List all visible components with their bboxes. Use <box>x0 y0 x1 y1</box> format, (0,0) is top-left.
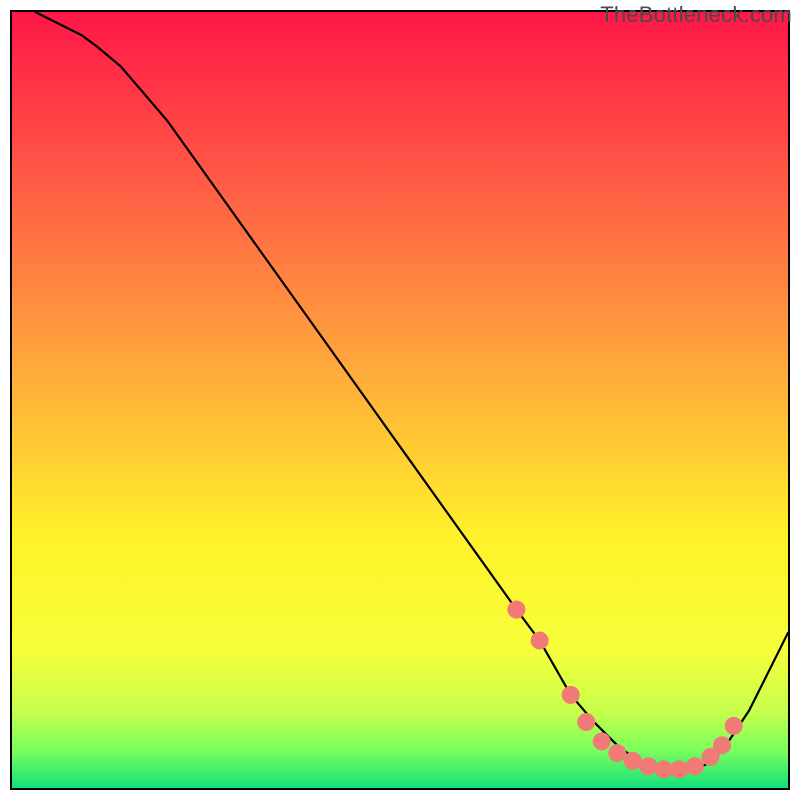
marker-dot <box>562 686 580 704</box>
marker-dot <box>507 601 525 619</box>
marker-dot <box>624 752 642 770</box>
chart-svg <box>12 12 788 788</box>
marker-dot <box>608 744 626 762</box>
marker-dot <box>686 757 704 775</box>
plot-area <box>10 10 790 790</box>
marker-dot <box>655 760 673 778</box>
marker-dot <box>670 760 688 778</box>
marker-dot <box>577 713 595 731</box>
marker-dot <box>639 757 657 775</box>
chart-stage: TheBottleneck.com <box>0 0 800 800</box>
marker-dot <box>531 632 549 650</box>
marker-dot <box>713 736 731 754</box>
marker-dot <box>725 717 743 735</box>
watermark-text: TheBottleneck.com <box>600 2 792 28</box>
gradient-background <box>12 12 788 788</box>
marker-dot <box>593 732 611 750</box>
